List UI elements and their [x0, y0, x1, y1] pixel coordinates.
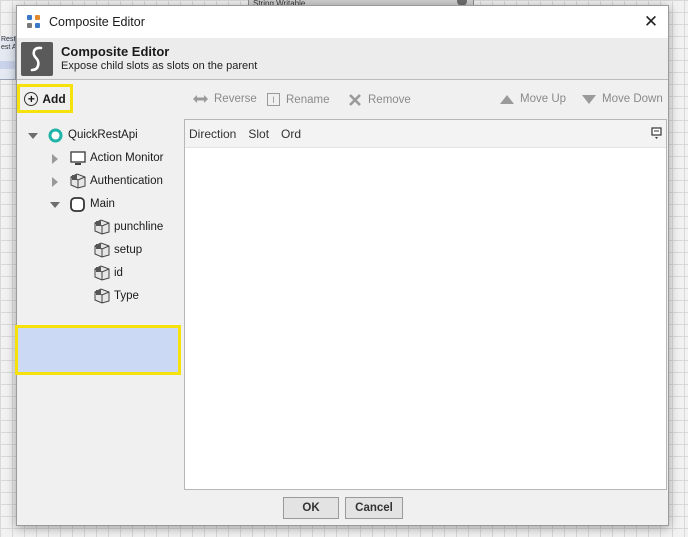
- collapse-icon[interactable]: [50, 202, 60, 208]
- monitor-icon: [70, 151, 86, 166]
- app-icon: [27, 15, 41, 29]
- tree-item-setup[interactable]: setup: [17, 239, 182, 262]
- move-up-icon: [500, 94, 514, 104]
- tree-item-label: id: [114, 267, 123, 279]
- remove-label: Remove: [368, 94, 411, 106]
- close-icon: ✕: [643, 12, 659, 31]
- table-header: Direction Slot Ord: [185, 120, 666, 148]
- tree-item-authentication[interactable]: Authentication: [17, 170, 182, 193]
- tree-item-action-monitor[interactable]: Action Monitor: [17, 147, 182, 170]
- move-down-label: Move Down: [602, 93, 663, 105]
- toolbar: + Add Reverse I Rename Remove Move Up Mo…: [17, 81, 668, 117]
- rename-button[interactable]: I Rename: [267, 93, 329, 106]
- folder-cube-icon: [70, 173, 86, 189]
- tree-item-id[interactable]: id: [17, 262, 182, 285]
- cancel-button-label: Cancel: [355, 502, 393, 514]
- column-header-slot[interactable]: Slot: [248, 127, 269, 141]
- column-header-ord[interactable]: Ord: [281, 127, 301, 141]
- move-down-icon: [582, 94, 596, 104]
- tree-item-punchline[interactable]: punchline: [17, 216, 182, 239]
- tree-item-type[interactable]: Type: [17, 285, 182, 308]
- move-up-button[interactable]: Move Up: [500, 93, 566, 105]
- svg-text:I: I: [272, 95, 275, 105]
- close-button[interactable]: ✕: [634, 6, 668, 38]
- column-chooser-icon[interactable]: [650, 126, 664, 140]
- expand-icon[interactable]: [52, 177, 58, 187]
- composite-icon: [21, 41, 53, 76]
- tree-item-label: Action Monitor: [90, 152, 164, 164]
- selected-items-highlight: [15, 325, 181, 375]
- remove-button[interactable]: Remove: [348, 93, 411, 107]
- add-icon: +: [24, 91, 39, 106]
- tree-item-label: QuickRestApi: [68, 129, 138, 141]
- header-subtitle: Expose child slots as slots on the paren…: [61, 59, 258, 72]
- background-fragment: RestA est A: [0, 36, 16, 80]
- header-text: Composite Editor Expose child slots as s…: [61, 44, 257, 74]
- tree-item-label: Authentication: [90, 175, 163, 187]
- slot-cube-icon: [94, 219, 110, 235]
- component-icon: [48, 128, 63, 143]
- expand-icon[interactable]: [52, 154, 58, 164]
- slot-cube-icon: [94, 242, 110, 258]
- column-header-direction[interactable]: Direction: [189, 127, 236, 141]
- composite-editor-dialog: Composite Editor ✕ Composite Editor Expo…: [15, 5, 669, 526]
- ok-button[interactable]: OK: [283, 497, 339, 519]
- window-title: Composite Editor: [49, 15, 145, 29]
- title-bar[interactable]: Composite Editor ✕: [17, 6, 668, 38]
- tree-item-quickrestapi[interactable]: QuickRestApi: [17, 124, 182, 147]
- tree-item-main[interactable]: Main: [17, 193, 182, 216]
- slot-table: Direction Slot Ord: [184, 119, 667, 490]
- move-up-label: Move Up: [520, 93, 567, 105]
- background-fragment-strip: [0, 61, 15, 69]
- add-button[interactable]: + Add: [17, 84, 73, 113]
- tree-item-label: Main: [90, 198, 115, 210]
- rename-icon: I: [267, 93, 280, 106]
- collapse-icon[interactable]: [28, 133, 38, 139]
- tree-item-label: punchline: [114, 221, 164, 233]
- background-fragment-text: RestA est A: [1, 36, 16, 51]
- slot-tree: QuickRestApi Action Monitor Authenticati…: [15, 119, 182, 489]
- header-title: Composite Editor: [61, 43, 170, 59]
- cancel-button[interactable]: Cancel: [345, 497, 403, 519]
- remove-icon: [348, 93, 362, 107]
- rename-label: Rename: [286, 93, 330, 106]
- reverse-button[interactable]: Reverse: [193, 93, 257, 105]
- slot-cube-icon: [94, 288, 110, 304]
- move-down-button[interactable]: Move Down: [582, 93, 663, 105]
- reverse-label: Reverse: [214, 93, 257, 105]
- program-icon: [70, 197, 85, 212]
- reverse-icon: [193, 94, 208, 104]
- ok-button-label: OK: [302, 502, 320, 514]
- tree-item-label: setup: [114, 244, 143, 256]
- dialog-header: Composite Editor Expose child slots as s…: [17, 38, 668, 80]
- slot-cube-icon: [94, 265, 110, 281]
- dialog-footer: OK Cancel: [17, 489, 668, 525]
- add-button-label: Add: [42, 91, 66, 106]
- tree-item-label: Type: [114, 290, 139, 302]
